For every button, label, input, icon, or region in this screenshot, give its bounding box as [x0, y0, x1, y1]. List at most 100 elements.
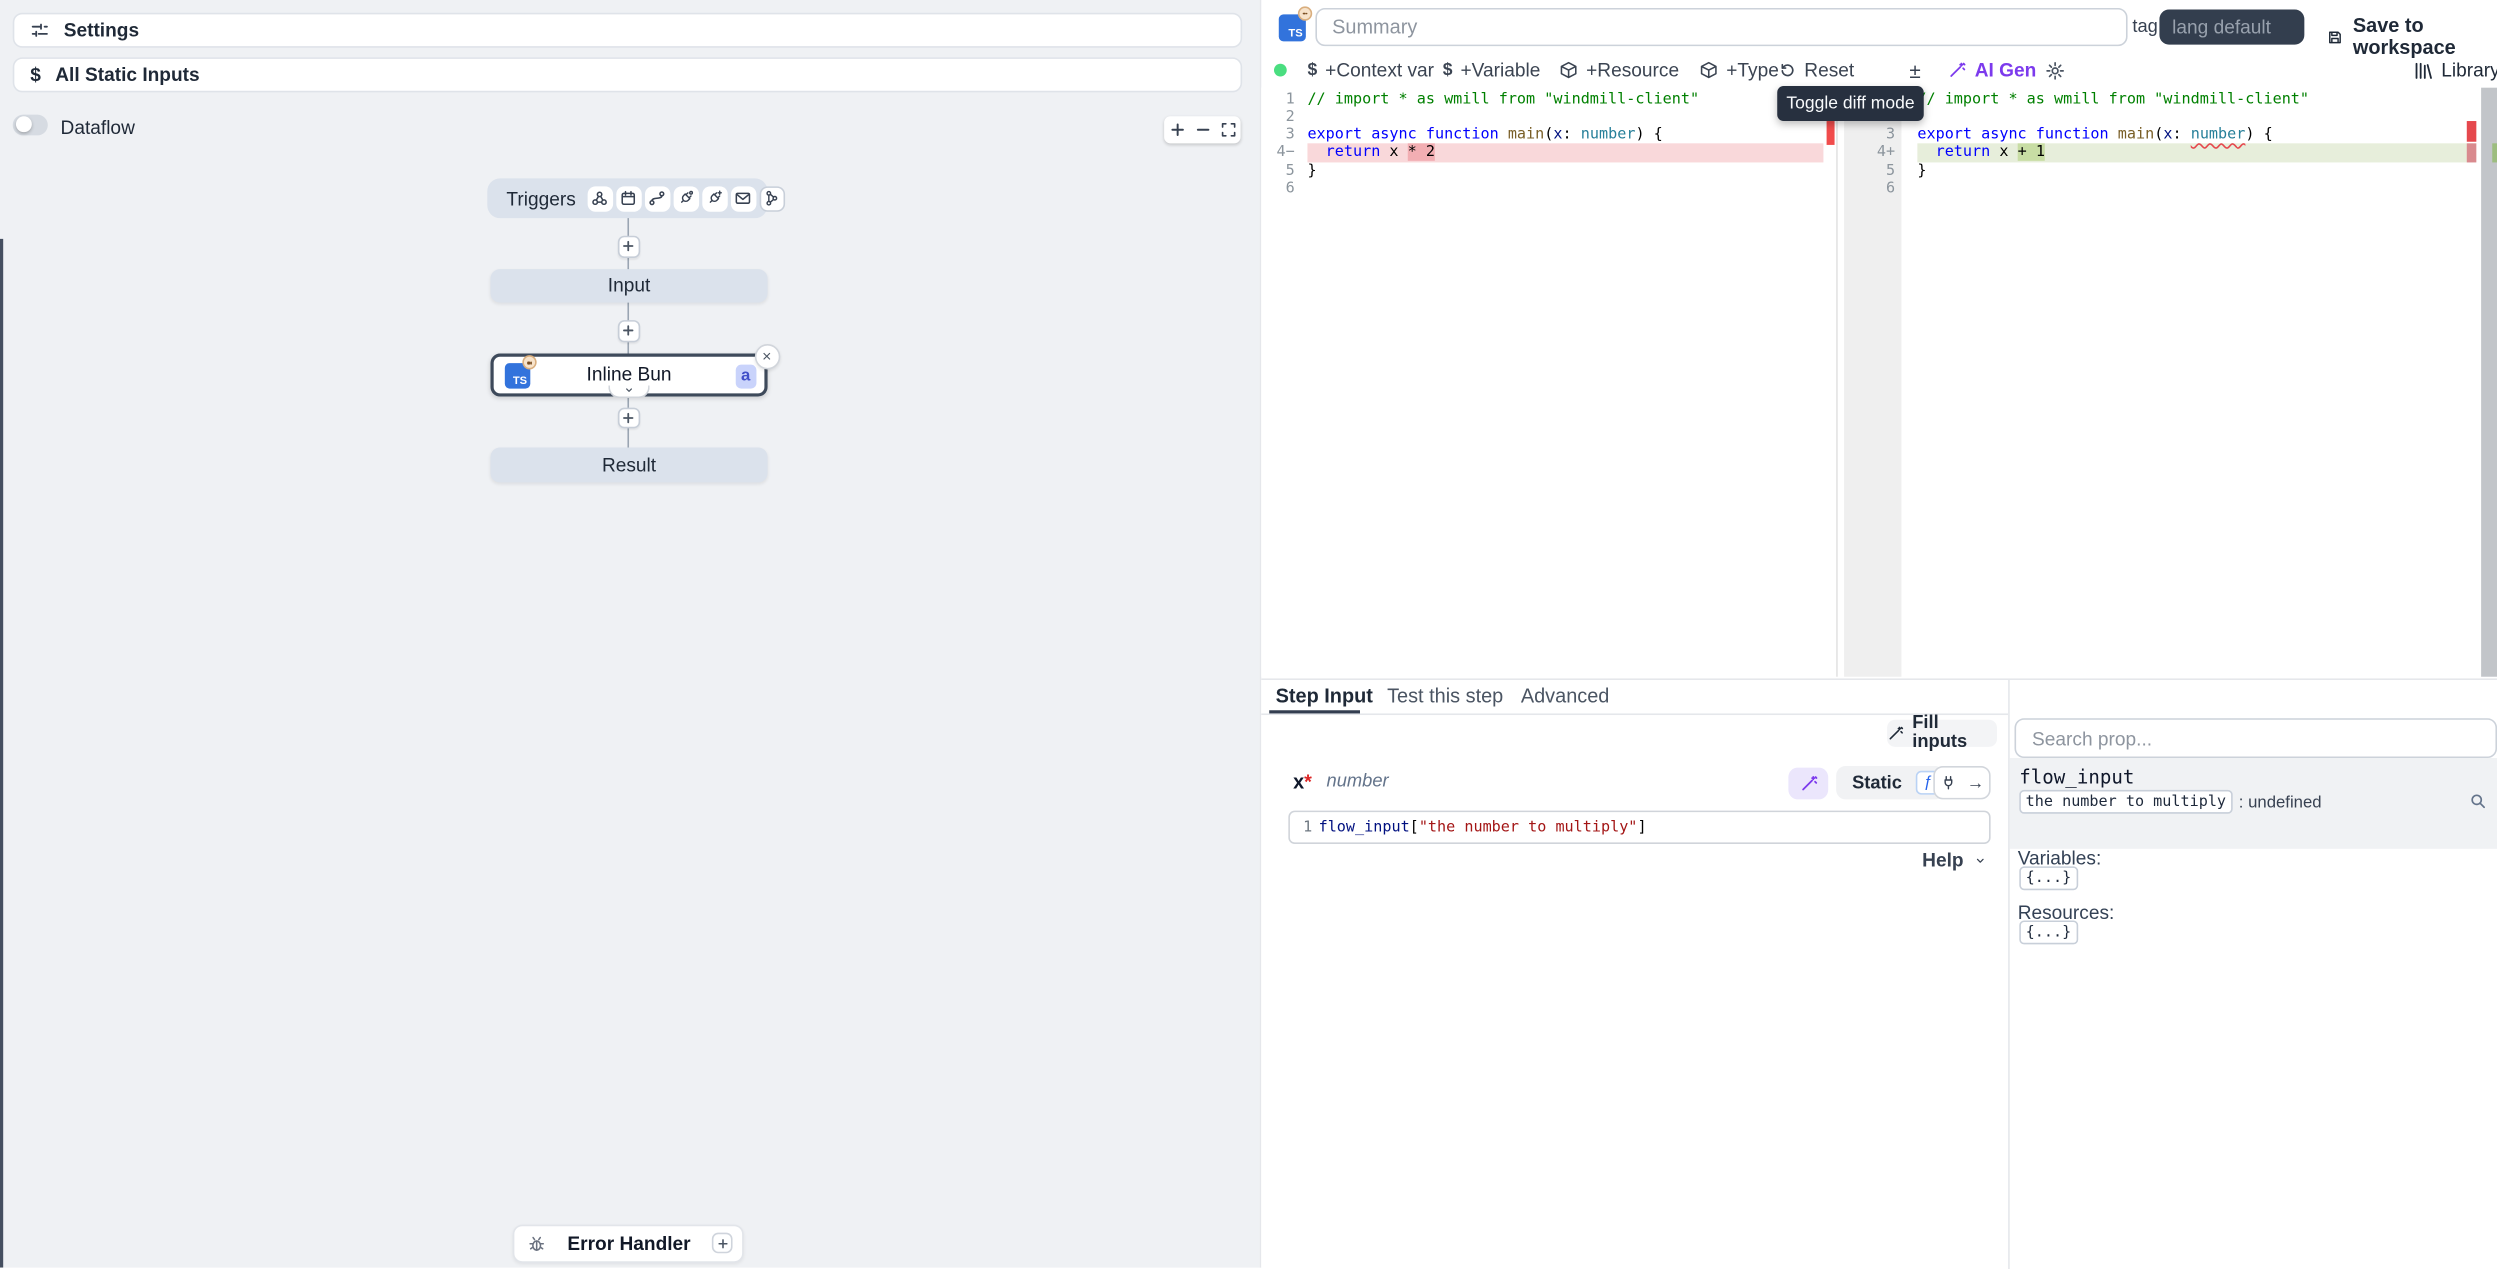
input-node-label: Input	[608, 274, 651, 296]
diff-sash[interactable]	[1836, 88, 1838, 677]
reset-button[interactable]: Reset	[1779, 54, 1854, 86]
prop-picker-panel: flow_input the number to multiply : unde…	[2008, 679, 2497, 1268]
ai-fill-button[interactable]	[1788, 767, 1828, 799]
expand-diff-icon[interactable]: ±	[1909, 59, 1920, 83]
package-icon	[1699, 61, 1718, 80]
package-icon	[1559, 61, 1578, 80]
tag-input[interactable]	[2159, 9, 2304, 45]
removed-line: return x * 2	[1307, 144, 1823, 162]
all-static-inputs-label: All Static Inputs	[55, 64, 199, 86]
email-trigger-icon[interactable]	[730, 186, 756, 211]
search-prop-input[interactable]	[2015, 718, 2497, 758]
step-node-label: Inline Bun	[587, 363, 672, 385]
zoom-out-icon[interactable]	[1194, 121, 1212, 139]
status-dot	[1274, 64, 1287, 77]
overview-ruler-changed-mark	[2467, 143, 2476, 162]
dollar-icon: $	[30, 64, 41, 86]
typescript-badge: TS	[1279, 14, 1306, 41]
fit-view-icon[interactable]	[1219, 121, 1237, 139]
modified-code[interactable]: // import * as wmill from "windmill-clie…	[1917, 90, 2473, 198]
insert-step-button[interactable]	[618, 320, 639, 341]
add-variable-button[interactable]: $+Variable	[1443, 54, 1541, 86]
schedule-trigger-icon[interactable]	[616, 186, 642, 211]
help-button[interactable]: Help	[1922, 849, 1987, 871]
dollar-icon: $	[1443, 61, 1453, 80]
settings-button[interactable]: Settings	[13, 13, 1242, 48]
arrow-right-icon[interactable]: →	[1967, 773, 1985, 792]
add-resource-button[interactable]: +Resource	[1559, 54, 1679, 86]
library-button[interactable]: Library	[2413, 54, 2497, 86]
add-error-handler-button[interactable]	[712, 1233, 733, 1254]
input-node[interactable]: Input	[490, 268, 767, 302]
fill-inputs-button[interactable]: Fill inputs	[1887, 719, 1997, 747]
zoom-in-icon[interactable]	[1168, 121, 1186, 139]
chevron-down-icon	[1973, 855, 1987, 866]
dataflow-label: Dataflow	[61, 115, 135, 137]
canvas-zoom-controls[interactable]	[1164, 116, 1240, 143]
trigger-buttons	[587, 186, 785, 211]
close-icon: ×	[762, 348, 771, 366]
overview-ruler-added-mark	[2491, 143, 2497, 162]
code-diff-editor[interactable]: 1234−56 // import * as wmill from "windm…	[1261, 88, 2497, 677]
flow-canvas[interactable]: Settings $ All Static Inputs Dataflow Tr…	[0, 0, 1260, 1267]
step-id-badge: a	[735, 364, 756, 388]
postgres-trigger-icon[interactable]	[702, 186, 728, 211]
resources-chip[interactable]: {...}	[2019, 921, 2077, 945]
tab-advanced[interactable]: Advanced	[1521, 684, 1610, 706]
windmill-flow-editor: Settings $ All Static Inputs Dataflow Tr…	[0, 0, 2497, 1267]
triggers-label: Triggers	[506, 187, 575, 209]
all-static-inputs-button[interactable]: $ All Static Inputs	[13, 57, 1242, 92]
required-mark: *	[1304, 770, 1312, 792]
search-icon[interactable]	[2468, 792, 2487, 811]
arg-name: x*	[1293, 770, 1312, 792]
flow-input-prop-row: the number to multiply : undefined	[2019, 790, 2321, 814]
delete-step-button[interactable]: ×	[754, 344, 779, 369]
tab-test-this-step[interactable]: Test this step	[1387, 684, 1503, 706]
chevron-down-icon	[623, 385, 636, 395]
input-mode-segmented-control[interactable]: Static ƒ	[1836, 766, 1945, 799]
static-mode-label[interactable]: Static	[1841, 773, 1913, 792]
save-to-workspace-button[interactable]: Save to workspace	[2327, 14, 2497, 59]
prop-chip[interactable]: the number to multiply	[2019, 790, 2232, 814]
ai-gen-button[interactable]: AI Gen	[1948, 54, 2037, 86]
insert-step-button[interactable]	[618, 236, 639, 257]
connect-input-buttons[interactable]: →	[1933, 766, 1990, 799]
result-node[interactable]: Result	[490, 447, 767, 481]
flow-input-section: flow_input the number to multiply : unde…	[2010, 758, 2497, 849]
variables-chip[interactable]: {...}	[2019, 866, 2077, 890]
wand-icon	[1799, 773, 1818, 792]
plug-icon[interactable]	[1940, 774, 1958, 792]
toggle-knob	[15, 116, 31, 132]
step-editor-panel: TS tag Save to workspace $+Context var $…	[1260, 0, 2497, 1267]
webhook-trigger-icon[interactable]	[587, 186, 613, 211]
reset-icon	[1779, 61, 1797, 79]
bun-icon	[1298, 6, 1312, 20]
toggle-diff-tooltip: Toggle diff mode	[1777, 86, 1924, 120]
kafka-trigger-icon[interactable]	[759, 186, 785, 211]
route-trigger-icon[interactable]	[644, 186, 670, 211]
add-type-button[interactable]: +Type	[1699, 54, 1779, 86]
original-code[interactable]: // import * as wmill from "windmill-clie…	[1307, 90, 1823, 198]
flow-input-title: flow_input	[2019, 766, 2134, 788]
websocket-trigger-icon[interactable]	[673, 186, 699, 211]
insert-step-button[interactable]	[618, 407, 639, 428]
arg-type: number	[1327, 772, 1389, 791]
error-handler-node[interactable]: Error Handler	[513, 1225, 744, 1262]
summary-input[interactable]	[1315, 8, 2127, 45]
triggers-bar: Triggers	[487, 178, 767, 218]
tabbar-divider	[1261, 714, 2008, 716]
collapse-step-chevron[interactable]	[608, 385, 649, 398]
dollar-icon: $	[1307, 61, 1317, 80]
dataflow-toggle[interactable]	[13, 114, 48, 135]
tab-step-input[interactable]: Step Input	[1276, 684, 1373, 706]
gear-icon[interactable]	[2045, 60, 2066, 81]
library-icon	[2413, 60, 2434, 81]
input-expression-editor[interactable]: 1 flow_input["the number to multiply"]	[1288, 811, 1990, 844]
add-context-var-button[interactable]: $+Context var	[1307, 54, 1434, 86]
overview-ruler-removed-mark	[1826, 121, 1834, 145]
editor-scrollbar[interactable]	[2481, 88, 2497, 677]
result-node-label: Result	[602, 453, 656, 475]
added-line: return x + 1	[1917, 144, 2473, 162]
left-edge-divider	[0, 239, 3, 1267]
line-number: 1	[1290, 819, 1319, 837]
